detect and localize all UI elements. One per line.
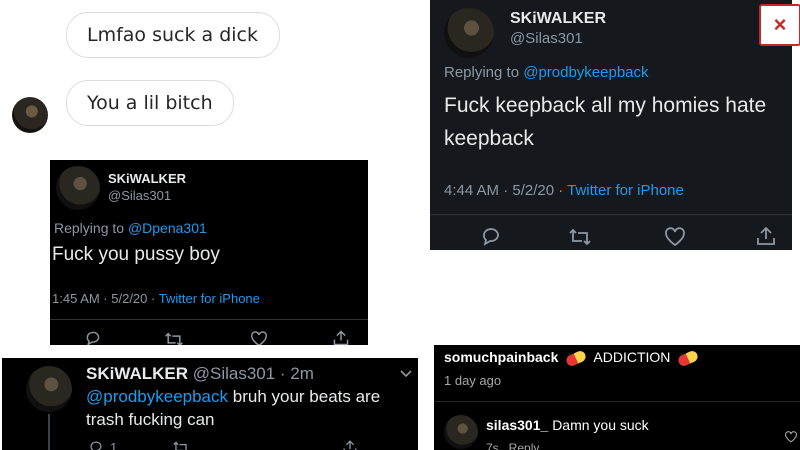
share-icon[interactable] (342, 439, 358, 450)
tweet-text-line-1: Fuck keepback all my homies hate (444, 94, 767, 117)
post-age: 1 day ago (444, 373, 502, 388)
replying-to-link[interactable]: @Dpena301 (128, 220, 207, 236)
author-handle: @Silas301 · 2m (192, 364, 314, 383)
replying-line: Replying to @Dpena301 (54, 220, 207, 236)
commenter-avatar (444, 415, 478, 449)
post-username[interactable]: somuchpainback (444, 349, 558, 365)
author-handle: @Silas301 (108, 188, 172, 203)
chevron-down-icon[interactable] (400, 370, 412, 378)
avatar (26, 366, 72, 412)
author-name: SKiWALKER (86, 364, 188, 383)
reply-icon[interactable] (84, 330, 102, 345)
commenter-username[interactable]: silas301_ (486, 417, 548, 433)
dm-bubble-2-text: You a lil bitch (87, 92, 213, 114)
replying-line: Replying to @prodbykeepback (444, 64, 649, 81)
avatar (444, 8, 494, 58)
tweet-time: 1:45 AM · 5/2/20 · (52, 291, 156, 306)
tweet-text-line-1: @prodbykeepback bruh your beats are (86, 387, 380, 407)
thread-line (48, 414, 50, 450)
tweet-text-rest: bruh your beats are (232, 387, 381, 406)
post-tag: ADDICTION (593, 349, 671, 365)
share-icon[interactable] (332, 329, 350, 345)
pill-icon (564, 349, 588, 368)
tweet-text-line-2: trash fucking can (86, 410, 215, 429)
pill-icon (676, 349, 700, 368)
dm-bubble-1: Lmfao suck a dick (66, 12, 280, 58)
like-icon[interactable] (784, 431, 798, 443)
tweet-source[interactable]: Twitter for iPhone (159, 291, 260, 306)
comment-reply-meta[interactable]: 7s Reply (486, 441, 539, 450)
comment-text: Damn you suck (552, 417, 649, 433)
replying-prefix: Replying to (54, 220, 125, 236)
tweet-bottom: SKiWALKER @Silas301 · 2m @prodbykeepback… (2, 358, 418, 450)
author-name: SKiWALKER (108, 171, 186, 186)
like-icon[interactable] (664, 227, 686, 247)
dm-bubble-2: You a lil bitch (66, 80, 234, 126)
reply-icon[interactable] (88, 440, 104, 450)
tweet-source[interactable]: Twitter for iPhone (567, 182, 684, 199)
dm-bubble-1-text: Lmfao suck a dick (87, 24, 258, 46)
replying-prefix: Replying to (444, 64, 520, 81)
reply-count: 1 (110, 440, 118, 450)
tweet-text: Fuck you pussy boy (52, 244, 220, 265)
author-handle: @Silas301 (510, 30, 583, 47)
author-name: SKiWALKER (510, 10, 606, 27)
tweet-text-line-2: keepback (444, 127, 534, 150)
instagram-comment-panel: somuchpainback ADDICTION 1 day ago silas… (434, 345, 800, 450)
divider (430, 214, 792, 215)
like-icon[interactable] (250, 331, 268, 345)
retweet-icon[interactable] (568, 228, 592, 246)
tweet-meta: 4:44 AM · 5/2/20 · Twitter for iPhone (444, 182, 684, 199)
divider (434, 401, 800, 402)
dm-avatar (12, 97, 48, 133)
replying-to-link[interactable]: @prodbykeepback (523, 64, 648, 81)
reply-icon[interactable] (480, 226, 502, 246)
tweet-middle: SKiWALKER @Silas301 Replying to @Dpena30… (50, 160, 368, 345)
tweet-top-right: SKiWALKER @Silas301 Replying to @prodbyk… (430, 0, 792, 250)
tweet-header: SKiWALKER @Silas301 · 2m (86, 364, 314, 384)
avatar (56, 166, 100, 210)
retweet-icon[interactable] (172, 441, 190, 450)
tweet-meta: 1:45 AM · 5/2/20 · Twitter for iPhone (52, 291, 260, 306)
share-icon[interactable] (755, 225, 777, 247)
divider (50, 319, 368, 320)
comment-line: silas301_ Damn you suck (486, 417, 649, 433)
post-header: somuchpainback ADDICTION (444, 349, 702, 368)
mention-link[interactable]: @prodbykeepback (86, 387, 228, 406)
close-icon[interactable]: × (759, 4, 800, 46)
retweet-icon[interactable] (164, 332, 184, 345)
tweet-time: 4:44 AM · 5/2/20 · (444, 182, 564, 199)
